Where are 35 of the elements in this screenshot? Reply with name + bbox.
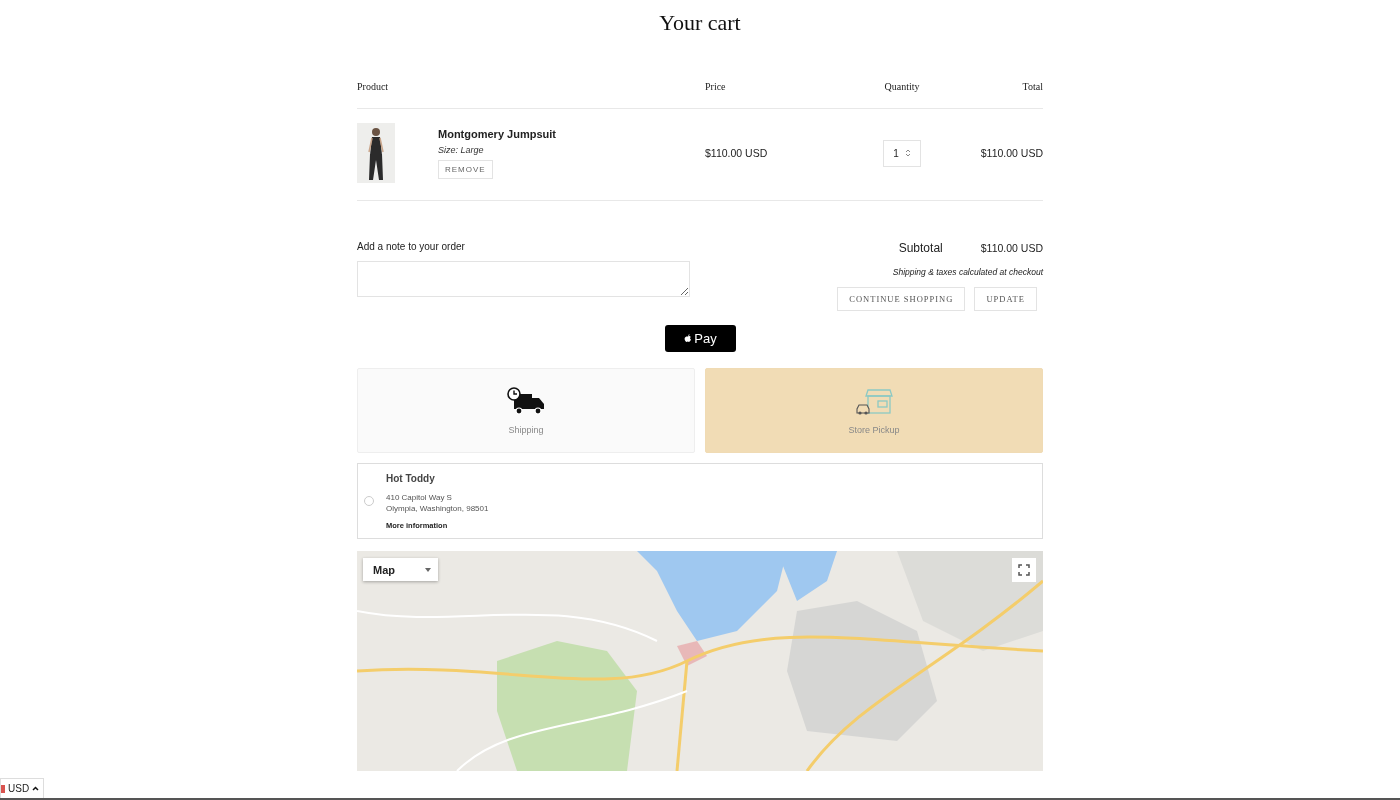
note-label: Add a note to your order <box>357 241 466 252</box>
column-header: Total <box>1022 81 1043 92</box>
address-line: 410 Capitol Way S <box>386 491 453 503</box>
note-field[interactable] <box>357 261 690 297</box>
apple-pay-button[interactable]: Pay <box>664 325 736 352</box>
column-header: Price <box>705 81 726 92</box>
product-variant: Size: Large <box>438 144 484 155</box>
page-title: Your cart <box>659 10 741 36</box>
flag-icon <box>1 784 5 793</box>
store-icon <box>854 386 894 417</box>
delivery-option[interactable]: Shipping <box>357 368 695 453</box>
apple-icon <box>683 332 694 345</box>
currency-selector[interactable]: USD <box>0 778 45 798</box>
fullscreen-icon <box>1018 564 1030 576</box>
quantity-field[interactable]: 1 <box>883 139 921 167</box>
location-radio[interactable] <box>364 496 374 506</box>
remove-button[interactable]: REMOVE <box>438 159 493 179</box>
product-name[interactable]: Montgomery Jumpsuit <box>438 127 556 140</box>
truck-icon <box>506 386 546 417</box>
cart-button[interactable]: CONTINUE SHOPPING <box>837 287 966 311</box>
stepper-icon[interactable] <box>904 148 911 158</box>
address-line: Olympia, Washington, 98501 <box>386 502 489 514</box>
map-type-dropdown[interactable]: Map <box>363 558 438 581</box>
subtotal-label: Subtotal <box>898 241 943 255</box>
column-header: Quantity <box>884 81 920 92</box>
fullscreen-button[interactable] <box>1012 558 1036 582</box>
checkout-hint: Shipping & taxes calculated at checkout <box>892 267 1043 277</box>
caret-icon <box>32 786 40 791</box>
column-header: Product <box>357 81 389 92</box>
price: $110.00 USD <box>705 147 768 159</box>
caret-icon <box>425 567 431 572</box>
cart-button[interactable]: UPDATE <box>974 287 1037 311</box>
location-name: Hot Toddy <box>386 472 436 484</box>
subtotal-value: $110.00 USD <box>980 242 1043 254</box>
line-total: $110.00 USD <box>980 147 1043 159</box>
